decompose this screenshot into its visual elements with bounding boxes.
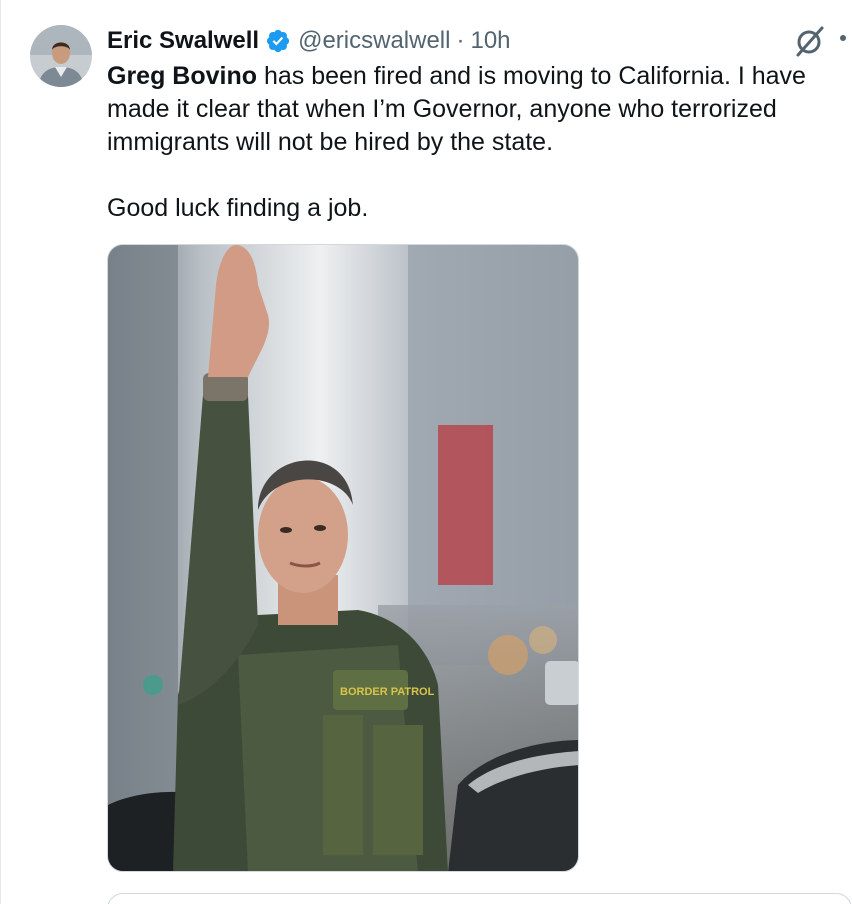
display-name[interactable]: Eric Swalwell bbox=[107, 27, 259, 55]
tweet-header: Eric Swalwell @ericswalwell · 10h bbox=[107, 24, 511, 58]
photo: BORDER PATROL bbox=[108, 245, 578, 871]
author-handle[interactable]: @ericswalwell bbox=[298, 27, 450, 55]
tweet-text: Greg Bovino has been fired and is moving… bbox=[107, 60, 842, 225]
avatar[interactable] bbox=[30, 25, 92, 87]
timeline-divider bbox=[0, 0, 1, 904]
tweet-line-2: made it clear that when I’m Governor, an… bbox=[107, 95, 777, 123]
tweet-line-4: Good luck finding a job. bbox=[107, 194, 369, 222]
avatar-image bbox=[30, 25, 92, 87]
tweet-line-3: immigrants will not be hired by the stat… bbox=[107, 128, 554, 156]
grok-icon[interactable] bbox=[794, 24, 826, 58]
tweet-line-1-rest: has been fired and is moving to Californ… bbox=[257, 62, 806, 90]
more-icon[interactable] bbox=[840, 35, 846, 41]
timestamp[interactable]: 10h bbox=[470, 27, 510, 55]
svg-text:BORDER PATROL: BORDER PATROL bbox=[340, 686, 435, 698]
tweet-line-1: Greg Bovino has been fired and is moving… bbox=[107, 60, 842, 93]
separator-dot: · bbox=[456, 27, 465, 54]
verified-badge-icon[interactable] bbox=[265, 28, 291, 54]
mentioned-name: Greg Bovino bbox=[107, 62, 258, 90]
next-card-edge bbox=[107, 893, 852, 904]
tweet-media-image[interactable]: BORDER PATROL bbox=[107, 244, 579, 872]
